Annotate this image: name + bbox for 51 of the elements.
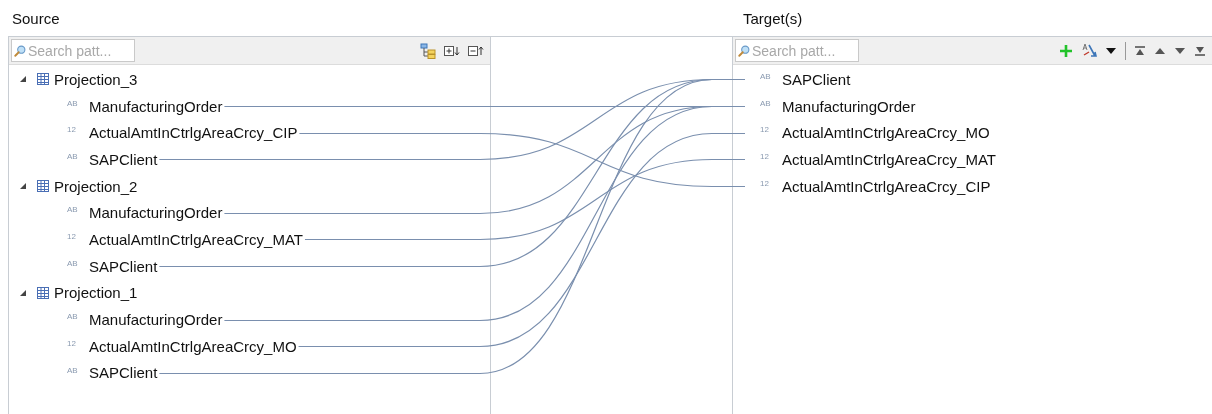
table-icon — [36, 72, 50, 87]
move-to-bottom-icon[interactable] — [1194, 45, 1206, 56]
collapse-all-icon[interactable] — [468, 44, 484, 57]
table-name: Projection_2 — [54, 177, 138, 195]
field-name: ActualAmtInCtrlgAreaCrcy_CIP — [782, 177, 991, 195]
dropdown-icon[interactable] — [1105, 46, 1117, 55]
hierarchy-icon[interactable] — [420, 42, 436, 59]
move-down-icon[interactable] — [1174, 46, 1186, 55]
expanded-triangle-icon[interactable] — [18, 74, 28, 85]
search-field[interactable]: Search patt... — [11, 39, 135, 62]
type-label: 12 — [67, 338, 77, 348]
table-name: Projection_1 — [54, 284, 138, 302]
panel-title: Source — [12, 9, 61, 27]
type-label: 12 — [67, 125, 77, 135]
move-to-top-icon[interactable] — [1134, 45, 1146, 56]
expand-all-icon[interactable] — [444, 44, 460, 57]
type-label: AB — [760, 98, 772, 108]
search-field[interactable]: Search patt... — [735, 39, 859, 62]
type-label: AB — [67, 205, 79, 215]
type-label: 12 — [760, 152, 770, 162]
table-icon — [36, 179, 50, 194]
field-name: ActualAmtInCtrlgAreaCrcy_MO — [89, 337, 297, 355]
field-name: ManufacturingOrder — [782, 97, 916, 115]
field-name: SAPClient — [89, 364, 158, 382]
field-name: ManufacturingOrder — [89, 97, 223, 115]
type-label: 12 — [67, 232, 77, 242]
type-label: AB — [67, 365, 79, 375]
search-icon — [14, 43, 26, 58]
field-name: SAPClient — [89, 257, 158, 275]
field-name: ActualAmtInCtrlgAreaCrcy_CIP — [89, 124, 298, 142]
type-label: AB — [760, 72, 772, 81]
type-label: 12 — [760, 125, 770, 135]
table-name: Projection_3 — [54, 70, 138, 88]
type-label: AB — [67, 258, 79, 268]
table-icon — [36, 285, 50, 300]
expanded-triangle-icon[interactable] — [18, 181, 28, 192]
field-name: ActualAmtInCtrlgAreaCrcy_MAT — [782, 150, 996, 168]
move-up-icon[interactable] — [1154, 46, 1166, 55]
field-name: ManufacturingOrder — [89, 204, 223, 222]
type-label: AB — [67, 312, 79, 322]
panel-title: Target(s) — [743, 9, 803, 27]
field-name: SAPClient — [782, 70, 851, 88]
field-name: SAPClient — [89, 150, 158, 168]
field-name: ActualAmtInCtrlgAreaCrcy_MO — [782, 124, 990, 142]
type-label: AB — [67, 98, 79, 108]
search-icon — [738, 43, 750, 58]
field-name: ActualAmtInCtrlgAreaCrcy_MAT — [89, 230, 303, 248]
mapping-icon[interactable] — [1081, 42, 1097, 59]
field-name: ManufacturingOrder — [89, 311, 223, 329]
type-label: AB — [67, 152, 79, 162]
type-label: 12 — [760, 178, 770, 188]
